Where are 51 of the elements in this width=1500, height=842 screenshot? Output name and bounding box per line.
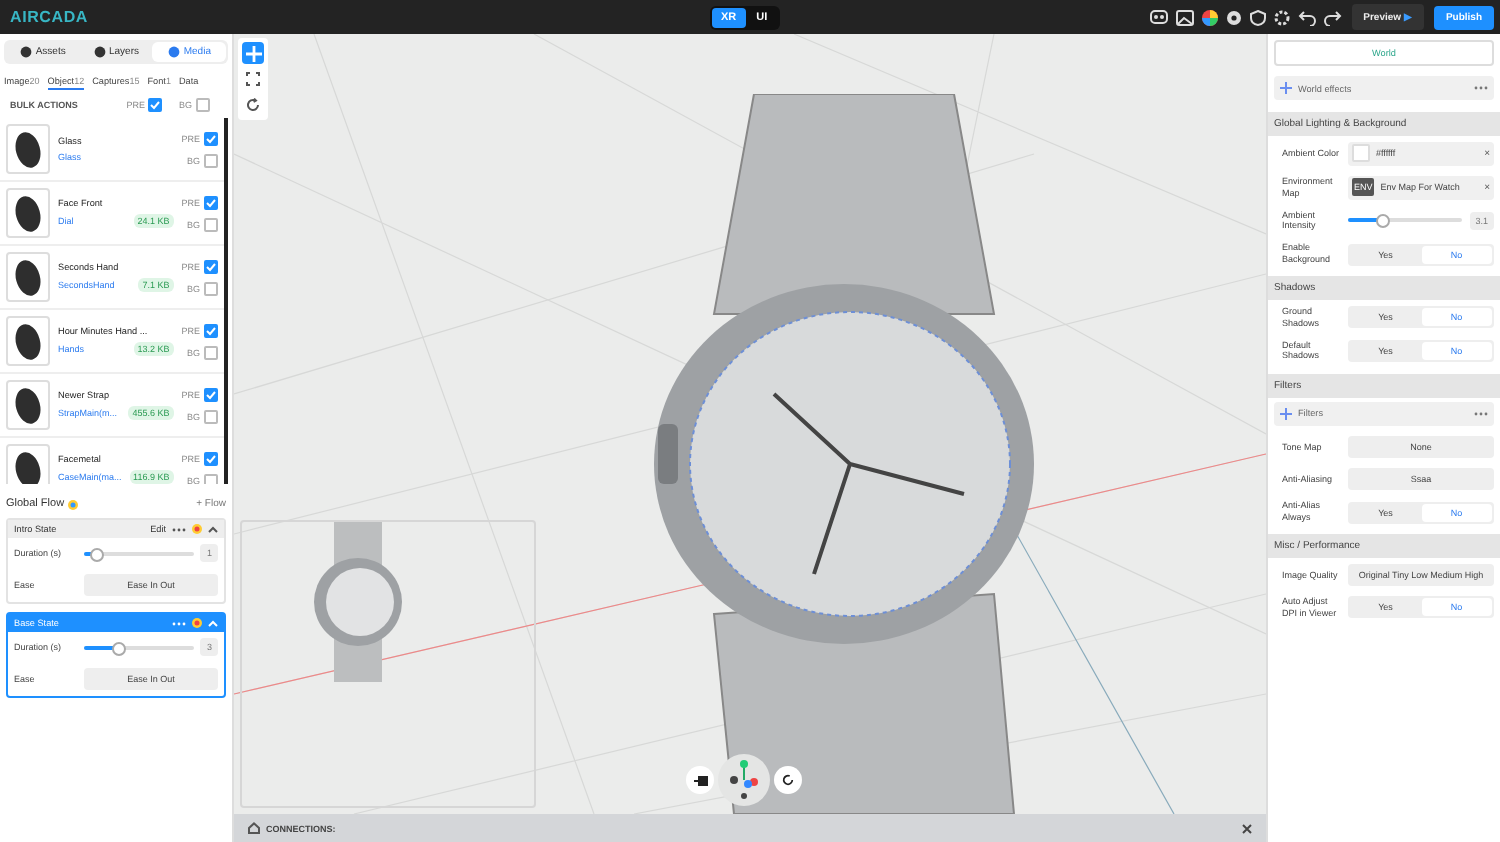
sparkle-icon (1280, 82, 1292, 94)
chevron-up-icon[interactable] (208, 525, 218, 533)
checkbox[interactable] (204, 473, 218, 484)
checkbox[interactable] (204, 451, 218, 465)
checkbox[interactable] (204, 345, 218, 359)
object-thumbnail (6, 252, 50, 302)
more-icon[interactable] (1474, 411, 1488, 416)
sparkle-icon (1280, 407, 1292, 420)
tab-icon (19, 46, 32, 58)
object-thumbnail (6, 380, 50, 430)
checkbox[interactable] (204, 323, 218, 337)
close-icon[interactable] (1242, 823, 1252, 833)
checkbox[interactable] (204, 131, 218, 145)
image-icon[interactable] (1175, 9, 1194, 25)
color-wheel-icon[interactable] (192, 618, 202, 628)
checkbox[interactable] (148, 98, 163, 112)
camera-button[interactable] (686, 766, 714, 794)
checkbox[interactable] (204, 195, 218, 209)
checkbox[interactable] (204, 217, 218, 231)
fullscreen-button[interactable] (242, 68, 264, 90)
checkbox[interactable] (204, 259, 218, 273)
checkbox[interactable] (204, 281, 218, 295)
home-icon (248, 822, 260, 834)
move-tool-button[interactable] (242, 42, 264, 64)
app-logo: AIRCADA (10, 8, 88, 26)
gear-icon[interactable] (1225, 9, 1242, 25)
object-thumbnail (6, 188, 50, 238)
slider-thumb[interactable] (1376, 214, 1391, 229)
redo-icon[interactable] (1323, 9, 1342, 25)
tab-icon (93, 46, 105, 58)
color-wheel-icon[interactable] (1201, 9, 1218, 25)
rotate-icon (782, 774, 794, 786)
color-wheel-icon (68, 499, 79, 509)
color-wheel-icon[interactable] (192, 524, 202, 534)
rotate-button[interactable] (242, 94, 264, 116)
object-thumbnail (6, 316, 50, 366)
checkbox[interactable] (204, 409, 218, 423)
axis-gizmo-drawing[interactable] (718, 754, 770, 806)
color-swatch[interactable] (1352, 144, 1370, 162)
checkbox[interactable] (204, 387, 218, 401)
vr-headset-icon[interactable] (1149, 10, 1168, 24)
undo-icon[interactable] (1297, 9, 1316, 25)
shield-icon[interactable] (1249, 9, 1266, 25)
camera-icon (693, 775, 707, 785)
tab-icon (167, 46, 180, 58)
slider-thumb[interactable] (111, 641, 126, 655)
checkbox[interactable] (204, 153, 218, 167)
object-thumbnail (6, 444, 50, 484)
object-thumbnail (6, 124, 50, 174)
checkbox[interactable] (196, 98, 210, 112)
slider-thumb[interactable] (89, 547, 104, 561)
